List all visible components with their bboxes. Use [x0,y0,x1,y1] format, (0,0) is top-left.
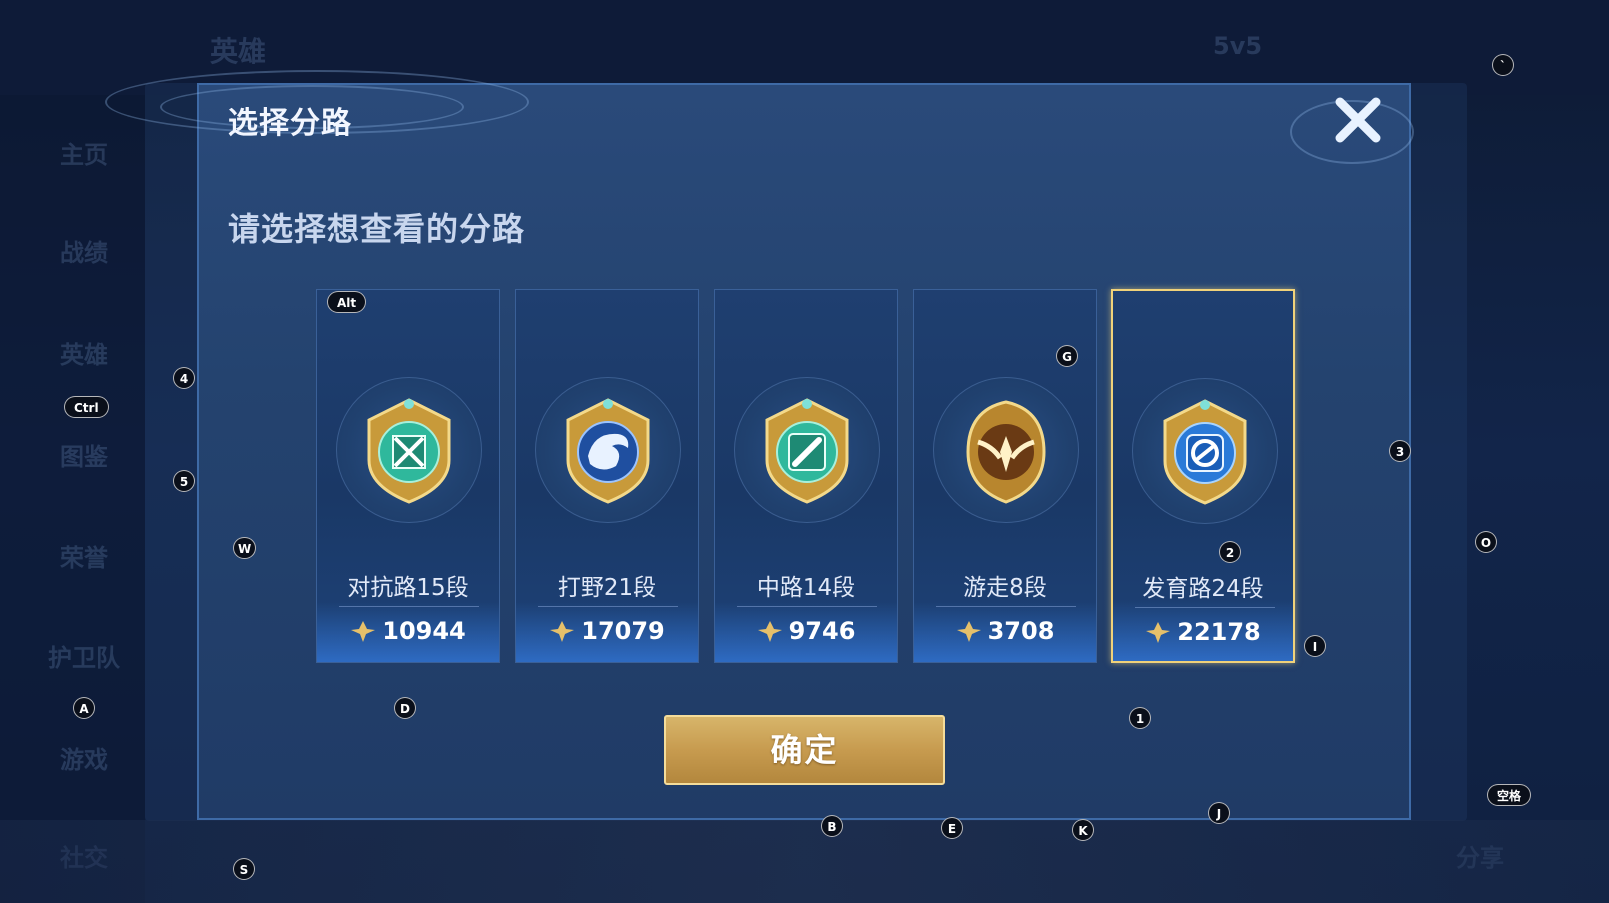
bg-sidebar-item: 主页 [60,141,108,169]
lane-score: 9746 [715,617,897,645]
bg-sidebar-item: 图鉴 [60,443,108,471]
close-icon [1335,97,1381,143]
divider [1135,607,1275,608]
lane-label: 打野21段 [557,575,657,601]
bg-sidebar-item: 护卫队 [48,644,120,672]
bg-sidebar-item: 游戏 [60,746,108,774]
confirm-button[interactable]: 确定 [664,715,945,785]
rank-score-icon [550,621,575,642]
bg-sidebar-item: 荣誉 [60,544,108,572]
farm-lane-icon [1163,399,1247,505]
lane-card-farm[interactable]: 发育路24段 22178 [1111,289,1295,663]
lane-label: 游走8段 [963,575,1047,601]
lane-score-value: 17079 [581,617,665,645]
clash-lane-icon [367,398,451,504]
bg-mode: 5v5 [1213,32,1263,60]
key-hint-g: G [1056,345,1078,367]
roam-icon [966,400,1046,504]
key-hint-alt: Alt [327,291,367,313]
key-hint-s: S [233,858,255,880]
key-hint-d: D [394,697,416,719]
key-hint-w: W [233,537,257,559]
lane-score-value: 10944 [382,617,466,645]
key-hint-j: J [1208,802,1230,824]
key-hint-e: E [941,817,963,839]
rank-score-icon [956,621,981,642]
key-hint-o: O [1475,531,1497,553]
dialog-subtitle: 请选择想查看的分路 [228,210,526,248]
rank-score-icon [1146,622,1171,643]
key-hint-k: K [1072,819,1094,841]
divider [737,606,877,607]
divider [936,606,1076,607]
lane-score-value: 9746 [788,617,856,645]
lane-card-clash[interactable]: 对抗路15段 10944 [316,289,500,663]
lane-label: 发育路24段 [1142,576,1264,602]
divider [538,606,678,607]
bg-tab-heroes: 英雄 [210,35,267,68]
background-sidebar [0,95,145,903]
key-hint-i: I [1304,635,1326,657]
key-hint-b: B [821,815,843,837]
lane-score: 17079 [516,617,698,645]
key-hint-a: A [73,697,95,719]
lane-card-mid[interactable]: 中路14段 9746 [714,289,898,663]
bg-sidebar-item: 战绩 [60,239,108,267]
lane-score-value: 3708 [987,617,1055,645]
lane-score: 10944 [317,617,499,645]
key-hint-5: 5 [173,470,195,492]
key-hint-space: 空格 [1487,784,1532,806]
jungle-icon [566,398,650,504]
dialog-title: 选择分路 [228,106,352,141]
key-hint-1: 1 [1129,707,1151,729]
key-hint-backtick: ` [1492,54,1514,76]
close-button[interactable] [1330,92,1386,148]
lane-score-value: 22178 [1177,618,1261,646]
bg-sidebar-item: 英雄 [60,341,108,369]
lane-label: 中路14段 [756,575,856,601]
divider [339,606,479,607]
key-hint-2: 2 [1219,541,1241,563]
lane-card-jungle[interactable]: 打野21段 17079 [515,289,699,663]
key-hint-ctrl: Ctrl [64,396,109,418]
rank-score-icon [757,621,782,642]
key-hint-3: 3 [1389,440,1411,462]
lane-label: 对抗路15段 [347,575,469,601]
key-hint-4: 4 [173,367,195,389]
lane-score: 3708 [914,617,1096,645]
lane-score: 22178 [1113,618,1293,646]
mid-lane-icon [765,398,849,504]
rank-score-icon [351,621,376,642]
